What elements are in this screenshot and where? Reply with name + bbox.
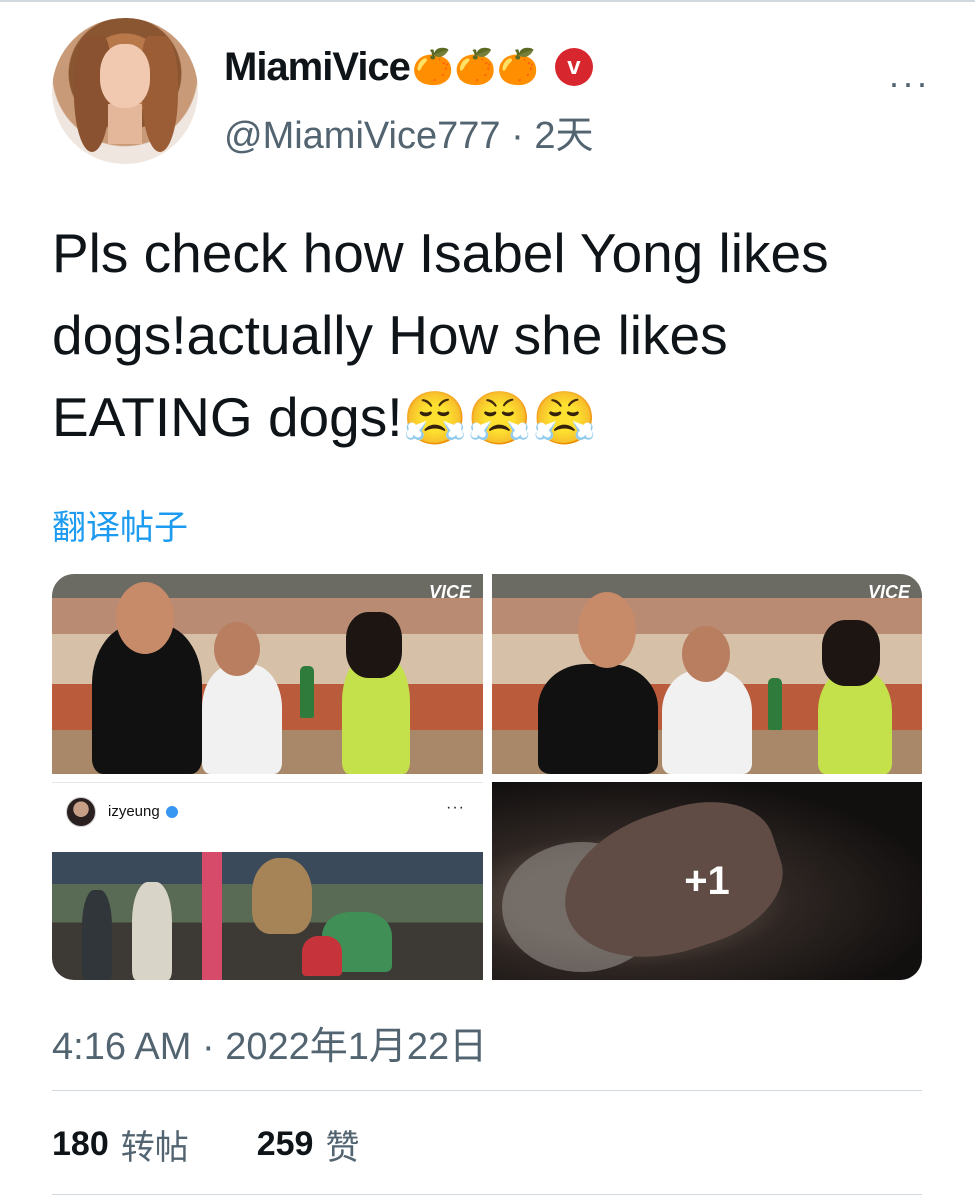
- handle-row: @MiamiVice777 · 2天: [224, 104, 593, 159]
- media-grid: VICE VICE izyeung ··· +1: [52, 574, 922, 980]
- tweet-text-line: dogs!actually How she likes: [52, 304, 728, 366]
- display-name[interactable]: MiamiVice: [224, 45, 411, 90]
- instagram-verified-icon: [165, 805, 178, 818]
- video-watermark: VICE: [867, 582, 910, 602]
- engagement-stats: 180 转帖 259 赞: [52, 1118, 359, 1170]
- tweet-text: Pls check how Isabel Yong likes dogs!act…: [52, 212, 932, 460]
- instagram-avatar: [66, 796, 96, 827]
- tweet-timestamp[interactable]: 4:16 AM · 2022年1月22日: [52, 1015, 487, 1070]
- angry-face-emojis: 😤😤😤: [402, 389, 597, 449]
- translate-post-link[interactable]: 翻译帖子: [52, 500, 188, 549]
- likes-count[interactable]: 259: [257, 1125, 314, 1164]
- more-media-count[interactable]: +1: [492, 782, 922, 980]
- retweets-label[interactable]: 转帖: [121, 1120, 189, 1169]
- name-emojis: 🍊🍊🍊: [411, 47, 539, 87]
- author-name-row[interactable]: MiamiVice 🍊🍊🍊 v: [224, 42, 593, 92]
- media-item-3[interactable]: izyeung ···: [52, 782, 483, 980]
- instagram-username: izyeung: [108, 803, 160, 820]
- video-watermark: VICE: [428, 582, 471, 602]
- tweet-header: MiamiVice 🍊🍊🍊 v @MiamiVice777 · 2天 ···: [52, 18, 932, 168]
- likes-label[interactable]: 赞: [325, 1120, 359, 1169]
- media-item-2[interactable]: VICE: [492, 574, 922, 774]
- top-divider: [0, 0, 975, 2]
- media-item-4[interactable]: +1: [492, 782, 922, 980]
- media-item-1[interactable]: VICE: [52, 574, 483, 774]
- tweet-text-line: EATING dogs!😤😤😤: [52, 386, 597, 449]
- post-age[interactable]: 2天: [534, 115, 593, 157]
- divider: [52, 1194, 922, 1195]
- avatar[interactable]: [52, 18, 198, 164]
- separator: ·: [511, 115, 524, 157]
- retweets-count[interactable]: 180: [52, 1125, 109, 1164]
- verified-badge-icon: v: [554, 48, 593, 86]
- tweet-text-line: Pls check how Isabel Yong likes: [52, 222, 829, 284]
- instagram-photo: [52, 852, 483, 980]
- author-handle[interactable]: @MiamiVice777: [224, 115, 501, 157]
- divider: [52, 1090, 922, 1091]
- instagram-more-icon: ···: [446, 799, 465, 816]
- more-options-icon[interactable]: ···: [888, 62, 930, 104]
- instagram-post-header: izyeung ···: [52, 782, 483, 840]
